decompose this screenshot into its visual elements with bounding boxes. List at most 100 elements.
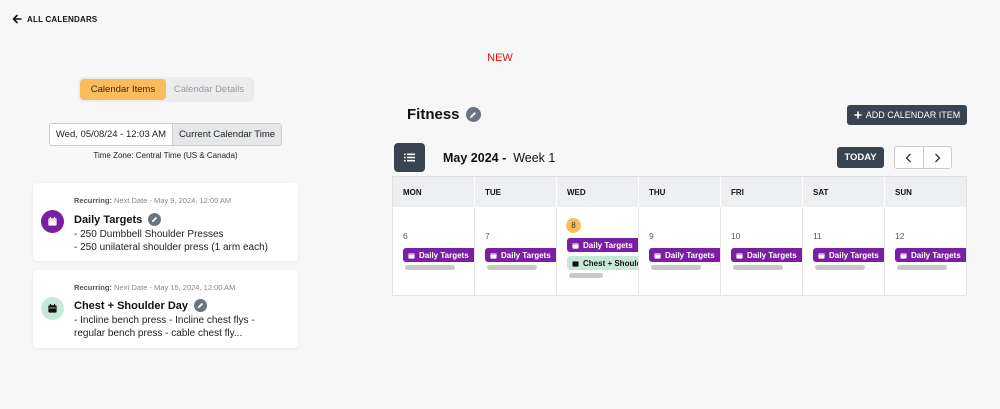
calendar-icon [572,260,579,267]
new-badge: NEW [487,52,513,64]
calendar-event-chip[interactable]: Daily Targets [567,238,638,252]
view-tabs: Calendar Items Calendar Details [78,77,254,102]
event-label: Daily Targets [419,250,469,260]
add-button-label: ADD CALENDAR ITEM [865,110,961,120]
weekday-header: TUE [475,177,557,207]
more-items-placeholder [405,265,455,270]
weekday-header: THU [639,177,721,207]
month-week-label: May 2024 - Week 1 [443,151,555,165]
item-description: - 250 Dumbbell Shoulder Presses - 250 un… [74,229,289,254]
today-day-number: 8 [566,218,581,233]
day-number: 12 [895,231,905,241]
calendar-item-card[interactable]: Recurring: Next Date - May 15, 2024, 12:… [33,270,298,348]
event-label: Daily Targets [583,240,633,250]
day-cell[interactable]: 6 Daily Targets [393,207,475,296]
calendar-event-chip[interactable]: Daily Targets [813,248,884,262]
calendar-item-card[interactable]: Recurring: Next Date - May 9, 2024, 12:0… [33,183,298,261]
month-label: May 2024 - [443,151,507,165]
chevron-right-icon [934,153,941,162]
event-label: Daily Targets [501,250,551,260]
current-calendar-time-button[interactable]: Current Calendar Time [173,124,281,145]
day-number: 10 [731,231,741,241]
calendar-icon [41,210,64,233]
edit-pencil-icon[interactable] [465,107,481,122]
day-cell[interactable]: 9 Daily Targets [639,207,721,296]
week-label: Week 1 [513,151,556,165]
week-navigation [894,146,952,169]
timezone-label: Time Zone: Central Time (US & Canada) [93,151,238,160]
calendar-icon [736,252,743,259]
calendar-event-chip[interactable]: Daily Targets [403,248,474,262]
next-date: Next Date - May 15, 2024, 12:00 AM [114,283,236,292]
calendar-event-chip[interactable]: Daily Targets [649,248,720,262]
week-days-row: 6 Daily Targets 7 Daily Targets 8 Daily Targe… [393,207,966,296]
weekday-header: WED [557,177,639,207]
weekday-header: SUN [895,187,912,197]
more-items-placeholder [733,265,783,270]
item-description-line: regular bench press - cable chest fly... [74,327,243,339]
item-title: Chest + Shoulder Day [74,299,189,312]
day-number: 11 [813,231,822,241]
plus-icon [853,111,862,119]
more-items-placeholder [651,265,701,270]
more-items-placeholder [897,265,947,270]
calendar-event-chip[interactable]: Daily Targets [485,248,556,262]
calendar-time-box: Wed, 05/08/24 - 12:03 AM Current Calenda… [49,123,282,146]
calendar-event-chip[interactable]: Chest + Shoulder Day [567,256,638,270]
list-icon [404,153,415,162]
edit-pencil-icon[interactable] [194,299,208,312]
day-number: 7 [485,231,490,241]
tab-calendar-details[interactable]: Calendar Details [166,79,252,100]
day-cell[interactable]: 11 Daily Targets [803,207,885,296]
item-title-row: Chest + Shoulder Day [74,299,208,312]
item-title: Daily Targets [74,213,143,226]
calendar-title-row: Fitness [407,106,481,123]
edit-pencil-icon[interactable] [148,213,162,226]
event-label: Daily Targets [911,250,961,260]
day-cell[interactable]: 12 Daily Targets [885,207,966,296]
calendar-icon [572,242,579,249]
day-number: 9 [649,231,654,241]
list-view-button[interactable] [394,143,425,172]
event-label: Daily Targets [829,250,879,260]
item-description-line: - 250 Dumbbell Shoulder Presses [74,229,224,240]
recurring-info: Recurring: Next Date - May 9, 2024, 12:0… [74,196,231,205]
item-description-line: - 250 unilateral shoulder press (1 arm e… [74,241,268,253]
calendar-title: Fitness [407,106,460,123]
more-items-placeholder [487,265,537,270]
recurring-label: Recurring: [74,283,112,292]
event-label: Daily Targets [747,250,797,260]
day-number: 6 [403,231,408,241]
next-week-button[interactable] [924,147,952,168]
prev-week-button[interactable] [895,147,924,168]
day-cell[interactable]: 8Daily Targets Chest + Shoulder Day [557,207,639,296]
back-to-all-calendars-link[interactable]: ALL CALENDARS [12,14,97,24]
calendar-icon [490,252,497,259]
calendar-icon [900,252,907,259]
week-grid: MON TUE WED THU FRI SAT SUN 6 Daily Targe… [392,176,967,296]
next-date: Next Date - May 9, 2024, 12:00 AM [114,196,232,205]
day-cell[interactable]: 7 Daily Targets [475,207,557,296]
calendar-icon [818,252,825,259]
calendar-datetime-field[interactable]: Wed, 05/08/24 - 12:03 AM [50,124,173,145]
weekday-header: SAT [803,177,885,207]
calendar-icon [41,297,64,320]
more-items-placeholder [569,273,603,278]
event-label: Daily Targets [665,250,715,260]
today-button[interactable]: TODAY [837,147,884,168]
day-cell[interactable]: 10 Daily Targets [721,207,803,296]
chevron-left-icon [905,153,912,162]
recurring-info: Recurring: Next Date - May 15, 2024, 12:… [74,283,235,292]
item-description-line: - Incline bench press - Incline chest fl… [74,315,255,326]
add-calendar-item-button[interactable]: ADD CALENDAR ITEM [847,105,967,125]
calendar-icon [654,252,661,259]
arrow-left-icon [12,14,22,24]
calendar-event-chip[interactable]: Daily Targets [731,248,802,262]
event-label: Chest + Shoulder Day [583,258,638,268]
tab-calendar-items[interactable]: Calendar Items [80,79,166,100]
weekday-header-row: MON TUE WED THU FRI SAT SUN [393,177,966,207]
calendar-event-chip[interactable]: Daily Targets [895,248,966,262]
weekday-header: MON [393,177,475,207]
weekday-header: FRI [721,177,803,207]
calendar-icon [408,252,415,259]
